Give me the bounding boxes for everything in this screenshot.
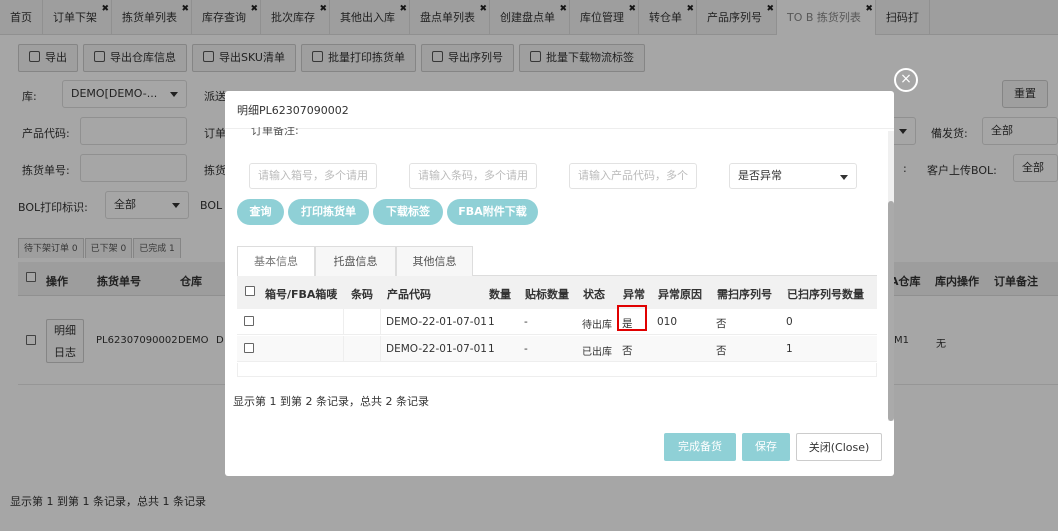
col-box: 箱号/FBA箱唛	[265, 288, 338, 301]
need-scan-cell: 否	[716, 318, 727, 330]
modal-pagination-info: 显示第 1 到第 2 条记录，总共 2 条记录	[233, 395, 429, 408]
product-cell: DEMO-22-01-07-01	[386, 343, 487, 355]
status-cell: 待出库	[582, 320, 612, 331]
abnormal-select[interactable]: 是否异常	[729, 163, 857, 189]
col-abnormal: 异常	[623, 288, 645, 301]
product-cell: DEMO-22-01-07-01	[386, 316, 487, 328]
box-no-input[interactable]: 请输入箱号，多个请用	[249, 163, 377, 189]
col-reason: 异常原因	[658, 288, 702, 301]
close-button[interactable]: 关闭(Close)	[796, 433, 882, 461]
barcode-input[interactable]: 请输入条码，多个请用	[409, 163, 537, 189]
tab-other-info[interactable]: 其他信息	[396, 246, 473, 276]
tab-basic-info[interactable]: 基本信息	[237, 246, 315, 277]
product-code-input[interactable]: 请输入产品代码，多个	[569, 163, 697, 189]
modal-close-icon[interactable]: ×	[894, 68, 918, 92]
reason-cell: 010	[657, 316, 678, 328]
chevron-down-icon	[840, 175, 848, 180]
highlight-box	[617, 305, 647, 331]
save-button[interactable]: 保存	[742, 433, 790, 461]
abnormal-cell: 否	[622, 345, 633, 357]
qty-cell: 1	[488, 343, 495, 355]
modal-title: 明细PL62307090002	[225, 91, 894, 129]
scanned-cell: 0	[786, 316, 793, 328]
label-qty-cell: -	[524, 343, 528, 355]
scanned-cell: 1	[786, 343, 793, 355]
col-status: 状态	[583, 288, 605, 301]
modal-scrollbar[interactable]	[888, 131, 894, 421]
fba-download-button[interactable]: FBA附件下载	[447, 199, 538, 225]
col-label-qty: 贴标数量	[525, 288, 569, 301]
detail-modal: 明细PL62307090002 订单备注: 请输入箱号，多个请用 请输入条码，多…	[225, 91, 894, 476]
col-product: 产品代码	[387, 288, 431, 301]
status-cell: 已出库	[582, 347, 612, 358]
col-need-scan: 需扫序列号	[717, 288, 772, 301]
col-scanned: 已扫序列号数量	[787, 288, 864, 301]
select-all-checkbox[interactable]	[245, 286, 255, 299]
modal-tabs: 基本信息 托盘信息 其他信息	[237, 246, 877, 277]
tab-pallet-info[interactable]: 托盘信息	[315, 246, 396, 276]
print-pick-button[interactable]: 打印拣货单	[288, 199, 369, 225]
label-qty-cell: -	[524, 316, 528, 328]
detail-row: DEMO-22-01-07-01 1 - 已出库 否 否 1	[237, 336, 877, 362]
detail-row: DEMO-22-01-07-01 1 - 待出库 是 010 否 0	[237, 305, 877, 335]
col-qty: 数量	[489, 288, 511, 301]
row-checkbox[interactable]	[244, 343, 254, 356]
order-remark-label: 订单备注:	[251, 127, 299, 137]
qty-cell: 1	[488, 316, 495, 328]
row-checkbox[interactable]	[244, 316, 254, 329]
download-label-button[interactable]: 下载标签	[373, 199, 443, 225]
query-button[interactable]: 查询	[237, 199, 284, 225]
table-bottom	[237, 363, 877, 377]
finish-stocking-button[interactable]: 完成备货	[664, 433, 736, 461]
need-scan-cell: 否	[716, 345, 727, 357]
col-barcode: 条码	[351, 288, 373, 301]
detail-table-header: 箱号/FBA箱唛 条码 产品代码 数量 贴标数量 状态 异常 异常原因 需扫序列…	[237, 276, 877, 309]
scrollbar-thumb[interactable]	[888, 201, 894, 421]
